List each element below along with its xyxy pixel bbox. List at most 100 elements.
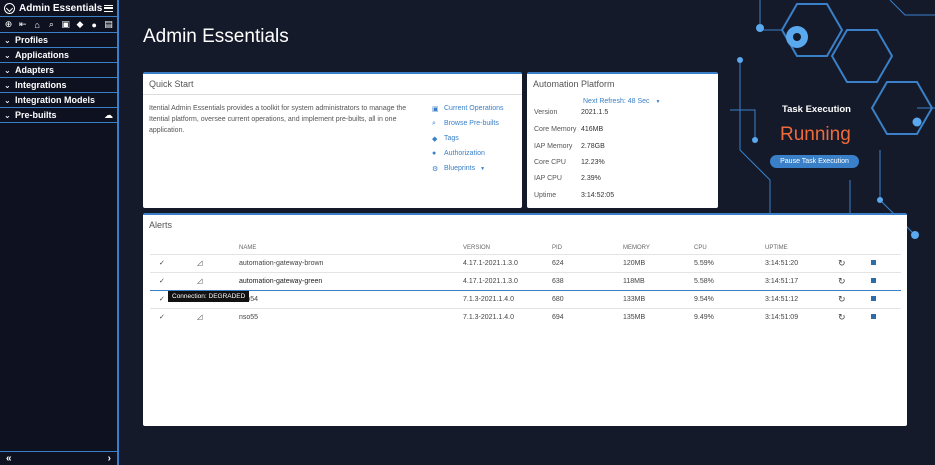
link-label: Current Operations <box>444 105 504 112</box>
restart-icon[interactable]: ↻ <box>835 253 868 272</box>
table-row: ✓ ◿ nso54 7.1.3-2021.1.4.0 680 133MB 9.5… <box>150 289 901 308</box>
warning-icon[interactable]: ◿ <box>194 253 236 272</box>
caret-down-icon: ▼ <box>655 99 661 105</box>
header-connection <box>194 242 236 254</box>
home-icon[interactable]: ⌂ <box>32 20 43 30</box>
gear-icon: ⚙ <box>432 165 439 173</box>
check-icon: ✓ <box>150 253 194 272</box>
stat-row-core-cpu: Core CPU 12.23% <box>534 159 605 166</box>
chevron-down-icon: ⌄ <box>4 95 11 105</box>
warning-icon[interactable]: ◿ <box>194 271 236 291</box>
user-icon[interactable]: ● <box>89 20 100 30</box>
cell-version: 4.17.1-2021.1.3.0 <box>460 271 549 291</box>
chevron-down-icon: ⌄ <box>4 80 11 90</box>
warning-icon[interactable]: ◿ <box>194 307 236 326</box>
automation-platform-title: Automation Platform <box>533 79 615 89</box>
stat-key: IAP CPU <box>534 175 562 182</box>
chevron-down-icon: ⌄ <box>4 50 11 60</box>
cell-version: 7.1.3-2021.1.4.0 <box>460 289 549 308</box>
header-status <box>150 242 194 254</box>
expand-icon[interactable]: › <box>108 453 111 464</box>
stat-key: IAP Memory <box>534 143 573 150</box>
cell-cpu: 5.58% <box>691 271 762 291</box>
table-row: ✓ ◿ nso55 7.1.3-2021.1.4.0 694 135MB 9.4… <box>150 307 901 326</box>
stat-row-iap-cpu: IAP CPU 2.39% <box>534 175 601 182</box>
restart-icon[interactable]: ↻ <box>835 271 868 291</box>
sidebar-header: Admin Essentials <box>0 0 117 17</box>
collapse-sidebar-icon[interactable]: « <box>6 453 12 464</box>
sidebar-item-applications[interactable]: ⌄ Applications <box>0 48 117 63</box>
stop-button[interactable] <box>868 253 901 272</box>
link-label: Authorization <box>444 150 485 157</box>
sidebar-footer: « › <box>0 451 117 465</box>
cell-uptime: 3:14:51:09 <box>762 307 835 326</box>
next-refresh-dropdown[interactable]: Next Refresh: 48 Sec ▼ <box>583 98 660 105</box>
app-logo-icon <box>4 2 15 14</box>
cell-pid: 680 <box>549 289 620 308</box>
sidebar: Admin Essentials ⊕ ⇤ ⌂ ⌕ ▣ ◆ ● ▤ ⌄ Profi… <box>0 0 119 465</box>
header-uptime[interactable]: UPTIME <box>762 242 835 254</box>
collapse-left-icon[interactable]: ⇤ <box>17 19 28 30</box>
task-execution-status: Running <box>780 124 851 145</box>
cell-uptime: 3:14:51:17 <box>762 271 835 291</box>
restart-icon[interactable]: ↻ <box>835 307 868 326</box>
connection-tooltip: Connection: DEGRADED <box>168 291 250 302</box>
stop-icon <box>871 277 876 283</box>
link-label: Blueprints <box>444 165 476 172</box>
stop-button[interactable] <box>868 271 901 291</box>
stop-icon <box>871 259 876 265</box>
search-icon[interactable]: ⌕ <box>46 19 57 30</box>
tag-icon[interactable]: ◆ <box>74 19 85 30</box>
sidebar-item-integration-models[interactable]: ⌄ Integration Models <box>0 93 117 108</box>
sidebar-item-integrations[interactable]: ⌄ Integrations <box>0 78 117 93</box>
chevron-down-icon: ⌄ <box>4 35 11 45</box>
document-icon[interactable]: ▤ <box>103 19 114 30</box>
header-name[interactable]: NAME <box>236 242 460 254</box>
sidebar-item-label: Integrations <box>15 80 67 90</box>
alerts-card: Alerts NAME VERSION PID MEMORY CPU UPTIM… <box>143 213 907 426</box>
add-icon[interactable]: ⊕ <box>3 19 14 30</box>
link-blueprints[interactable]: ⚙ Blueprints ▼ <box>432 161 504 176</box>
stat-value: 12.23% <box>581 159 605 166</box>
pause-task-execution-button[interactable]: Pause Task Execution <box>770 155 859 168</box>
link-browse-pre-builts[interactable]: ⌕ Browse Pre-builts <box>432 116 504 131</box>
sidebar-title: Admin Essentials <box>19 2 103 14</box>
cell-memory: 118MB <box>620 271 691 291</box>
quick-start-card: Quick Start Itential Admin Essentials pr… <box>143 72 522 208</box>
quick-start-title: Quick Start <box>143 74 522 95</box>
stop-button[interactable] <box>868 289 901 308</box>
link-label: Tags <box>444 135 459 142</box>
restart-icon[interactable]: ↻ <box>835 289 868 308</box>
briefcase-icon[interactable]: ▣ <box>60 19 71 30</box>
cloud-icon[interactable]: ☁ <box>104 110 113 121</box>
alerts-table: NAME VERSION PID MEMORY CPU UPTIME ✓ ◿ a… <box>150 242 901 326</box>
link-authorization[interactable]: ● Authorization <box>432 146 504 161</box>
cell-uptime: 3:14:51:20 <box>762 253 835 272</box>
stat-value: 2.78GB <box>581 143 605 150</box>
header-memory[interactable]: MEMORY <box>620 242 691 254</box>
chevron-down-icon: ⌄ <box>4 65 11 75</box>
stat-key: Uptime <box>534 192 557 199</box>
sidebar-item-adapters[interactable]: ⌄ Adapters <box>0 63 117 78</box>
stop-button[interactable] <box>868 307 901 326</box>
sidebar-item-profiles[interactable]: ⌄ Profiles <box>0 33 117 48</box>
cell-cpu: 9.54% <box>691 289 762 308</box>
cell-version: 4.17.1-2021.1.3.0 <box>460 253 549 272</box>
quick-start-description: Itential Admin Essentials provides a too… <box>149 105 407 134</box>
cell-version: 7.1.3-2021.1.4.0 <box>460 307 549 326</box>
cell-pid: 624 <box>549 253 620 272</box>
stat-value: 2021.1.5 <box>581 109 609 116</box>
stat-value: 3:14:52:05 <box>581 192 615 199</box>
header-pid[interactable]: PID <box>549 242 620 254</box>
sidebar-item-pre-builts[interactable]: ⌄ Pre-builts ☁ <box>0 108 117 123</box>
header-version[interactable]: VERSION <box>460 242 549 254</box>
header-cpu[interactable]: CPU <box>691 242 762 254</box>
link-tags[interactable]: ◆ Tags <box>432 131 504 146</box>
stat-key: Core Memory <box>534 126 577 133</box>
cell-pid: 694 <box>549 307 620 326</box>
stat-key: Version <box>534 109 558 116</box>
stop-icon <box>871 313 876 319</box>
automation-platform-card: Automation Platform Next Refresh: 48 Sec… <box>527 72 718 208</box>
hamburger-menu-icon[interactable] <box>104 4 113 12</box>
link-current-operations[interactable]: ▣ Current Operations <box>432 101 504 116</box>
